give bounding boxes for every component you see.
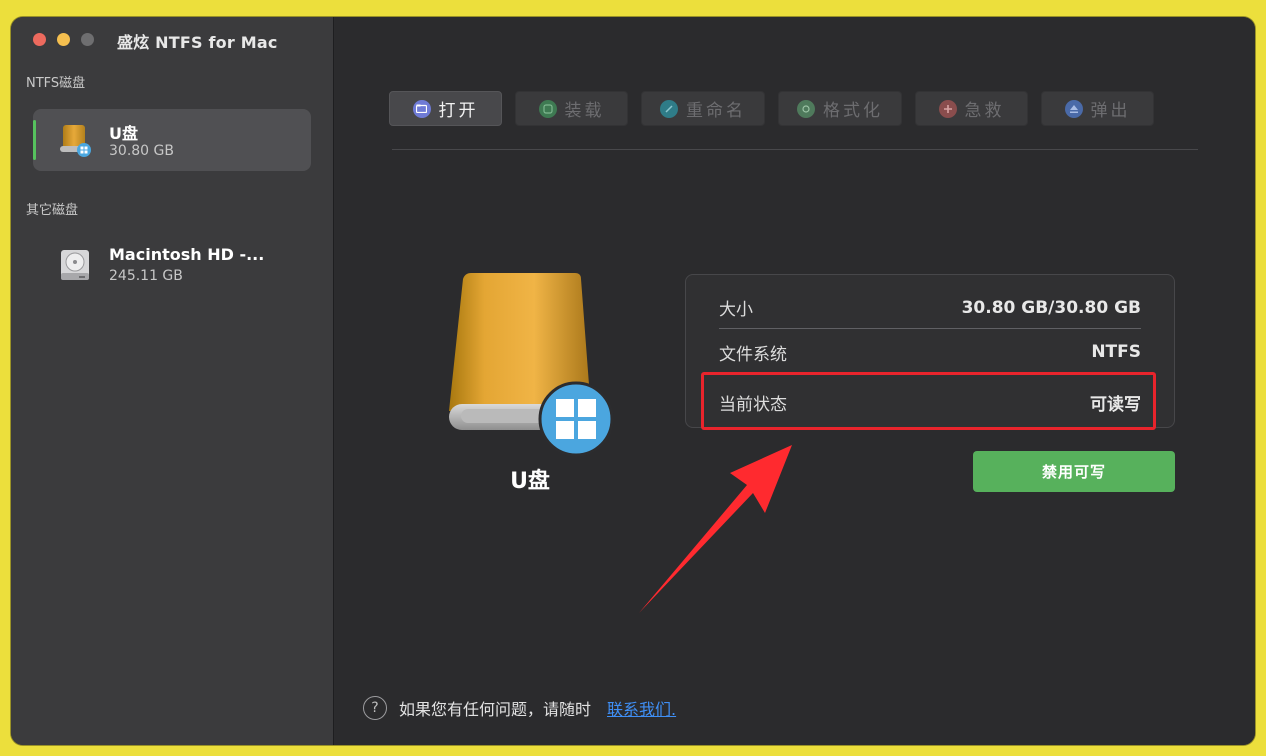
rename-button[interactable]: 重命名	[641, 91, 765, 126]
usb-drive-windows-icon	[60, 125, 91, 157]
first-aid-button-label: 急救	[964, 101, 1005, 121]
eject-button[interactable]: 弹出	[1041, 91, 1154, 126]
minimize-window-button[interactable]	[57, 33, 70, 46]
selection-indicator	[33, 120, 36, 160]
format-icon	[797, 99, 815, 118]
help-icon[interactable]: ?	[363, 696, 387, 720]
status-highlight-box	[701, 372, 1156, 430]
app-window: 盛炫 NTFS for Mac NTFS磁盘 U盘 30.80 GB 其它磁盘 …	[11, 17, 1255, 745]
disable-write-button[interactable]: 禁用可写	[973, 451, 1175, 492]
folder-icon	[412, 99, 431, 118]
main-panel: 打开 装载 重命名 格式化 急救 弹出 U盘 大小 30.80 GB/30.80…	[335, 17, 1255, 745]
sidebar: 盛炫 NTFS for Mac NTFS磁盘 U盘 30.80 GB 其它磁盘 …	[11, 17, 334, 745]
disk-size: 245.11 GB	[109, 268, 183, 284]
mount-button-label: 装载	[564, 101, 605, 121]
close-window-button[interactable]	[33, 33, 46, 46]
hard-disk-icon	[61, 250, 89, 280]
disk-name: Macintosh HD -...	[109, 245, 265, 264]
format-button-label: 格式化	[823, 101, 883, 121]
ntfs-disks-section-label: NTFS磁盘	[26, 76, 86, 91]
contact-us-link[interactable]: 联系我们.	[607, 696, 676, 720]
window-controls	[33, 33, 94, 46]
first-aid-button[interactable]: 急救	[915, 91, 1028, 126]
first-aid-icon	[938, 99, 957, 118]
app-title: 盛炫 NTFS for Mac	[117, 33, 278, 52]
info-label: 大小	[719, 300, 753, 320]
open-button-label: 打开	[438, 101, 479, 121]
open-button[interactable]: 打开	[389, 91, 502, 126]
other-disks-section-label: 其它磁盘	[26, 203, 79, 218]
info-label: 文件系统	[719, 344, 787, 365]
info-row-size: 大小 30.80 GB/30.80 GB	[719, 287, 1141, 329]
sidebar-item-usb-disk[interactable]: U盘 30.80 GB	[33, 109, 311, 171]
mount-icon	[538, 99, 557, 118]
mount-button[interactable]: 装载	[515, 91, 628, 126]
footer: ? 如果您有任何问题，请随时 联系我们.	[363, 696, 676, 720]
info-value: 30.80 GB/30.80 GB	[961, 297, 1141, 318]
toolbar-divider	[392, 149, 1198, 150]
footer-text: 如果您有任何问题，请随时	[399, 700, 592, 719]
sidebar-item-macintosh-hd[interactable]: Macintosh HD -... 245.11 GB	[33, 234, 311, 296]
rename-icon	[660, 99, 678, 118]
disk-name: U盘	[109, 124, 138, 143]
format-button[interactable]: 格式化	[778, 91, 902, 126]
toolbar: 打开 装载 重命名 格式化 急救 弹出	[389, 91, 1154, 126]
disk-size: 30.80 GB	[109, 143, 174, 159]
annotation-arrow	[639, 445, 792, 613]
eject-button-label: 弹出	[1090, 101, 1131, 121]
info-value: NTFS	[1091, 342, 1141, 362]
zoom-window-button[interactable]	[81, 33, 94, 46]
eject-icon	[1064, 99, 1083, 118]
selected-disk-name: U盘	[510, 469, 550, 494]
usb-drive-windows-icon	[449, 273, 614, 457]
info-row-filesystem: 文件系统 NTFS	[719, 331, 1141, 373]
rename-button-label: 重命名	[686, 101, 746, 121]
